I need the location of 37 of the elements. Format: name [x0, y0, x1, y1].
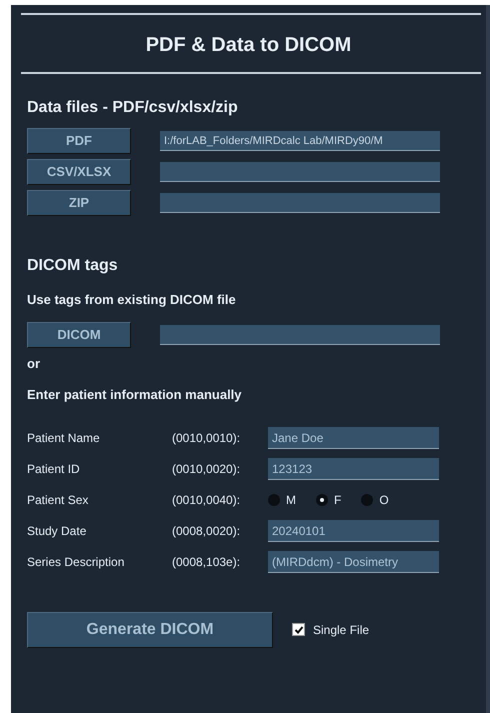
radio-label: O [379, 492, 389, 509]
field-label: Patient Sex [27, 492, 90, 509]
radio-button[interactable] [361, 494, 374, 506]
tag-code: (0010,0040): [172, 492, 242, 509]
field-label: Patient Name [27, 430, 101, 447]
radio-label: M [286, 492, 296, 509]
text-field[interactable]: Jane Doe [268, 427, 439, 449]
panel-title: PDF & Data to DICOM [144, 33, 352, 58]
field-label: Series Description [27, 554, 126, 571]
file-button[interactable]: ZIP [27, 190, 131, 216]
text-field[interactable]: 20240101 [268, 520, 439, 542]
or-label: or [27, 354, 41, 372]
section-heading: DICOM tags [27, 256, 119, 276]
field-label: Patient ID [27, 461, 81, 478]
path-field[interactable]: I:/forLAB_Folders/MIRDcalc Lab/MIRDy90/M [160, 131, 440, 151]
file-button[interactable]: DICOM [27, 322, 131, 348]
tag-code: (0010,0010): [172, 430, 242, 447]
section-heading: Data files - PDF/csv/xlsx/zip [27, 98, 239, 118]
path-field[interactable] [160, 193, 440, 213]
checkbox-label: Single File [313, 622, 370, 638]
subheading: Enter patient information manually [27, 386, 243, 404]
generate-button[interactable]: Generate DICOM [27, 612, 273, 648]
text-field[interactable]: (MIRDdcm) - Dosimetry [268, 551, 439, 573]
file-button[interactable]: CSV/XLSX [27, 159, 131, 185]
path-field[interactable] [160, 324, 440, 344]
text-field[interactable]: 123123 [268, 458, 439, 480]
tag-code: (0008,0020): [172, 523, 242, 540]
subheading: Use tags from existing DICOM file [27, 291, 237, 309]
tag-code: (0008,103e): [172, 554, 242, 571]
radio-button[interactable] [316, 494, 328, 506]
radio-label: F [334, 492, 342, 509]
single-file-checkbox[interactable] [292, 623, 305, 636]
path-field[interactable] [160, 162, 440, 182]
tag-code: (0010,0020): [172, 461, 242, 478]
field-label: Study Date [27, 523, 88, 540]
radio-button[interactable] [268, 494, 280, 506]
file-button[interactable]: PDF [27, 128, 131, 154]
